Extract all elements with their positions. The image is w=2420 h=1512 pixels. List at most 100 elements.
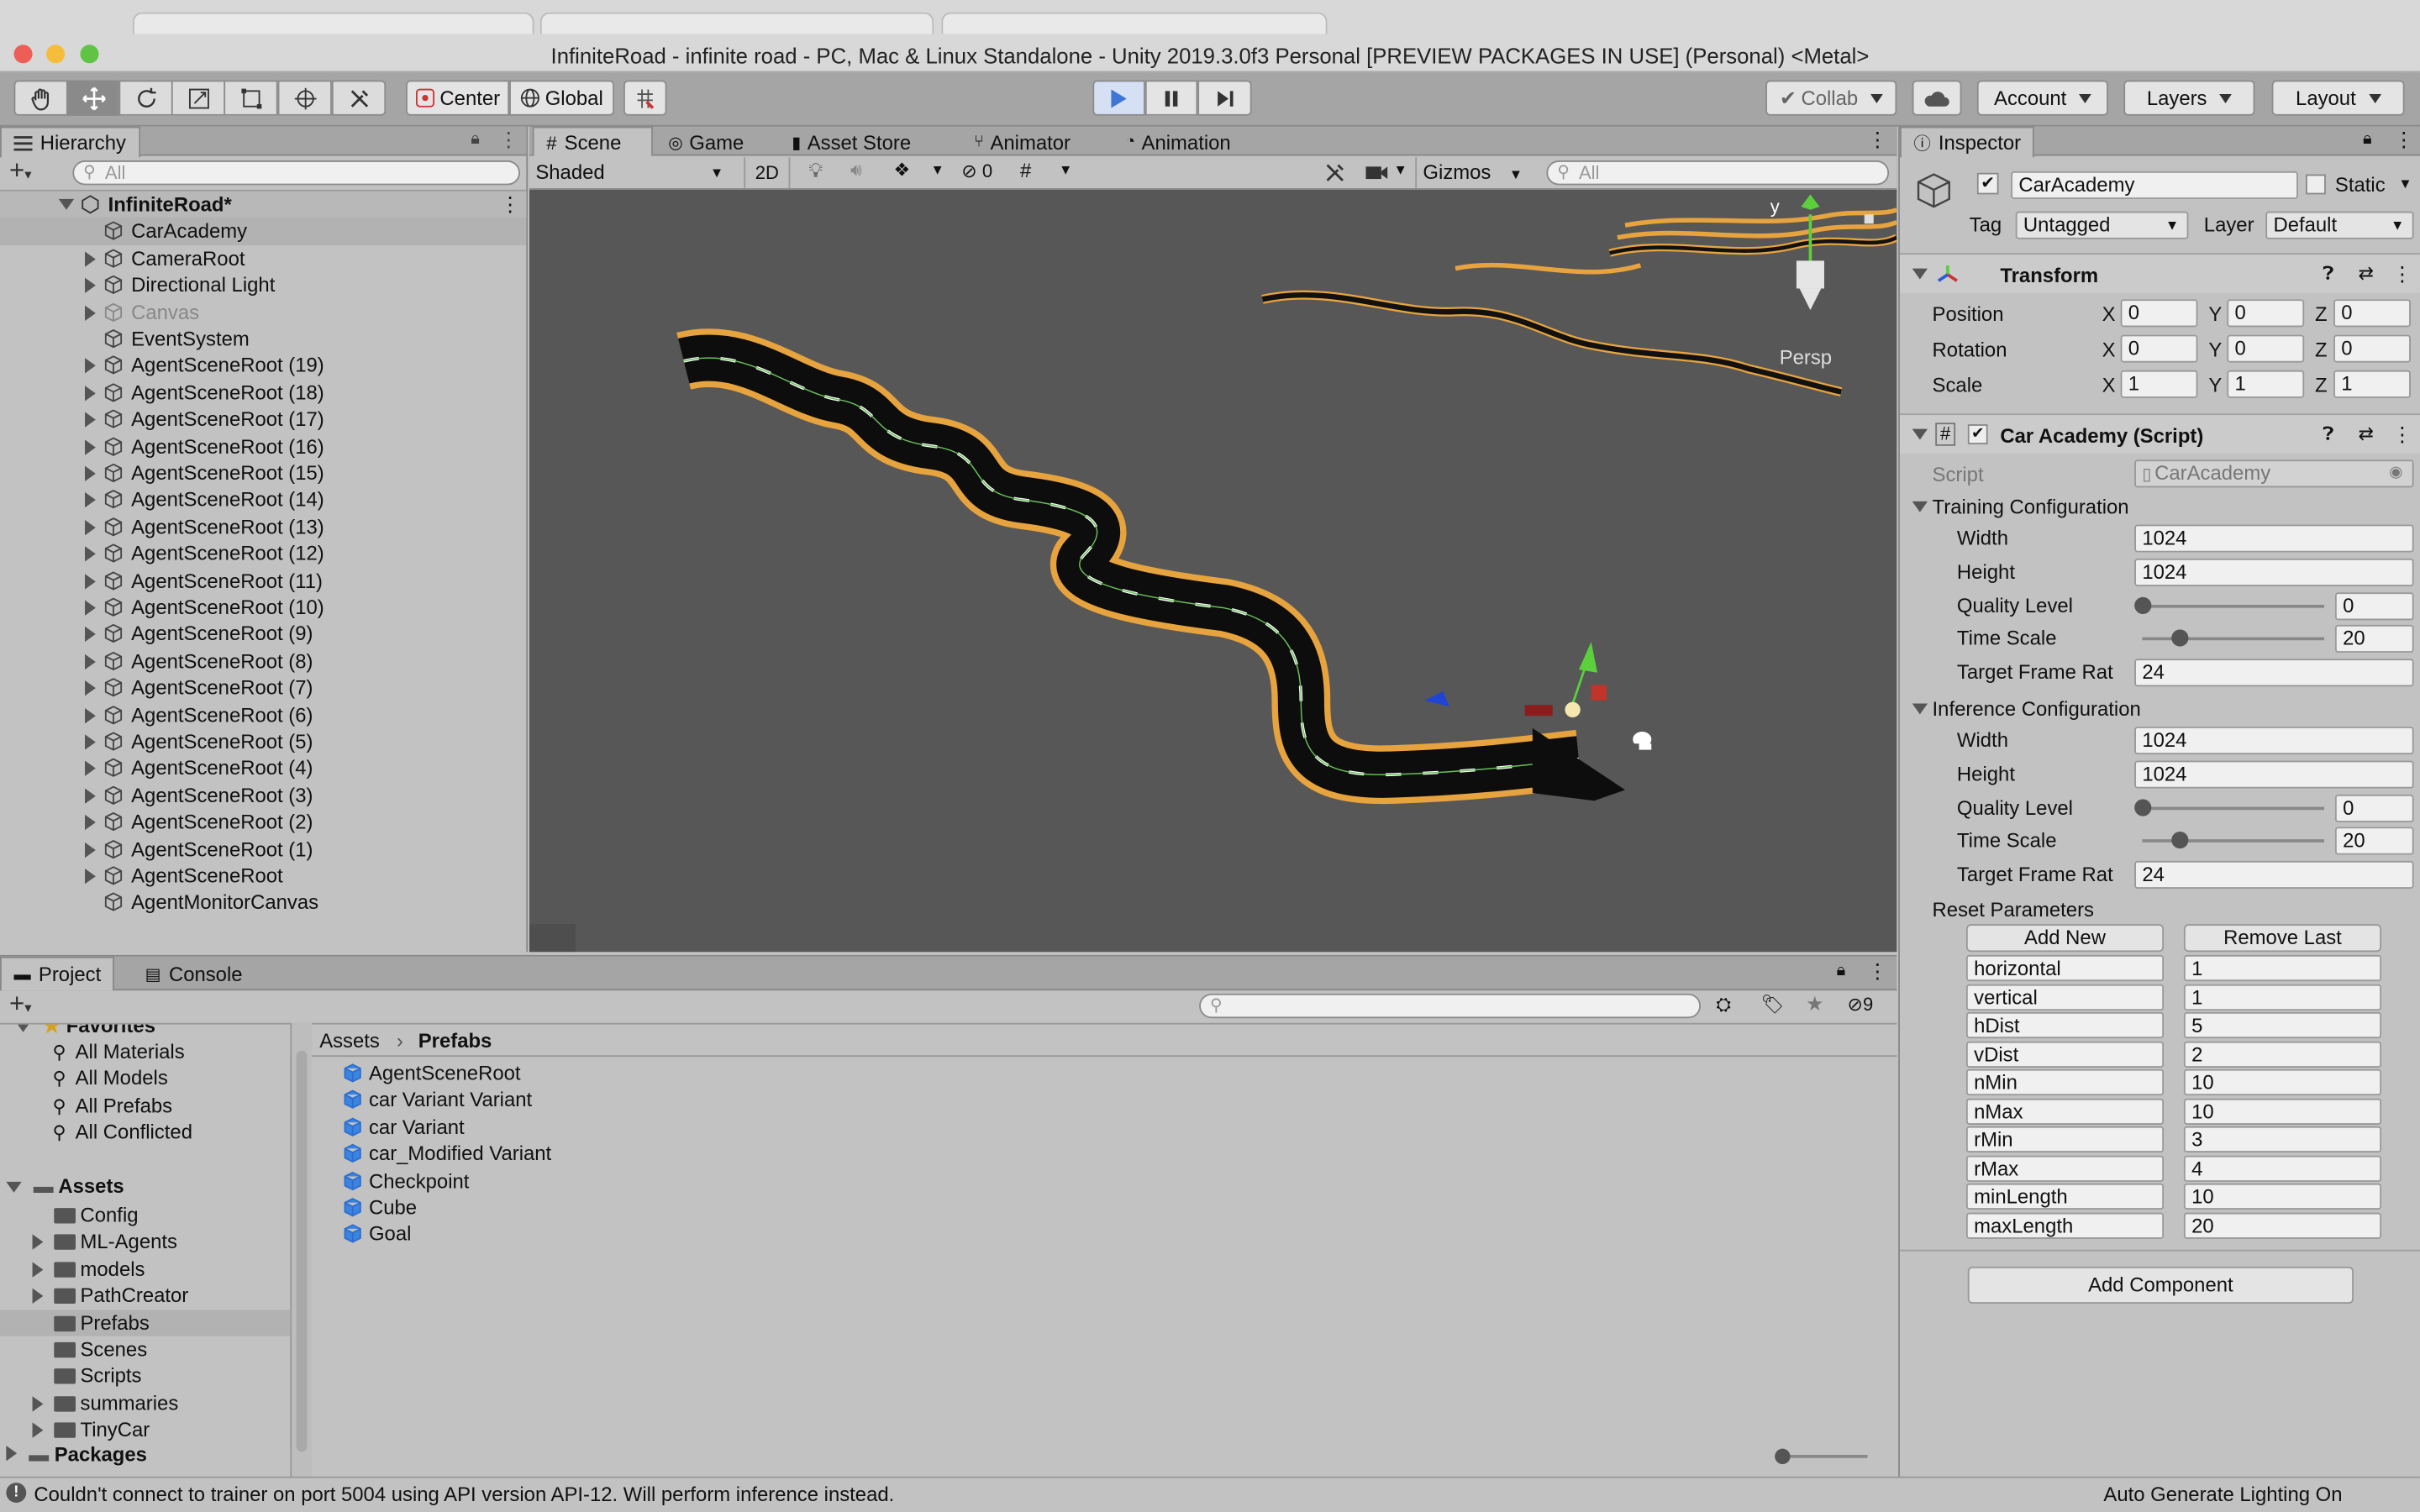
transform-tool-button[interactable]: [277, 80, 332, 116]
slider-knob[interactable]: [2134, 798, 2152, 816]
transform-rotation-z-field[interactable]: 0: [2333, 334, 2411, 363]
training-timescale-field[interactable]: 20: [2334, 625, 2414, 654]
reset-param-key-field[interactable]: rMin: [1965, 1126, 2165, 1153]
folder-item[interactable]: Scripts: [0, 1363, 290, 1389]
expand-arrow-icon[interactable]: [85, 519, 96, 535]
scene-row[interactable]: InfiniteRoad* ⋮: [0, 191, 527, 218]
inference-height-field[interactable]: 1024: [2134, 760, 2414, 789]
car-academy-script-header[interactable]: # ✔ Car Academy (Script) ❓︎ ⇄ ⋮: [1899, 413, 2420, 454]
expand-arrow-icon[interactable]: [85, 600, 96, 616]
expand-arrow-icon[interactable]: [85, 842, 96, 858]
tab-project[interactable]: ▬ Project: [0, 956, 115, 991]
transform-position-x-field[interactable]: 0: [2120, 299, 2198, 328]
filter-by-type-icon[interactable]: ⛭: [1716, 994, 1731, 1017]
hierarchy-item[interactable]: Canvas: [0, 299, 526, 326]
favorite-item[interactable]: ⚲ All Models: [52, 1067, 167, 1090]
kebab-menu-icon[interactable]: ⋮: [2394, 128, 2414, 152]
expand-arrow-icon[interactable]: [85, 734, 96, 750]
status-message[interactable]: Couldn't connect to trainer on port 5004…: [34, 1483, 894, 1506]
reset-param-key-field[interactable]: vDist: [1965, 1040, 2165, 1068]
help-icon[interactable]: ❓︎: [2323, 262, 2333, 286]
shading-mode-dropdown[interactable]: Shaded ▼: [533, 157, 730, 188]
expand-arrow-icon[interactable]: [85, 788, 96, 804]
reset-param-value-field[interactable]: 5: [2183, 1011, 2382, 1039]
pivot-global-toggle[interactable]: Global: [509, 80, 615, 116]
layout-dropdown[interactable]: Layout: [2271, 80, 2405, 116]
browser-tab-3[interactable]: [941, 12, 1328, 34]
expand-arrow-icon[interactable]: [85, 492, 96, 508]
hierarchy-search-input[interactable]: ⚲ All: [72, 160, 520, 186]
expand-arrow-icon[interactable]: [85, 438, 96, 455]
favorite-star-icon[interactable]: ★: [1806, 992, 1823, 1016]
scene-viewport[interactable]: y Persp: [529, 192, 1897, 953]
move-tool-button[interactable]: [66, 80, 121, 116]
grid-toggle-icon[interactable]: #: [1020, 159, 1031, 182]
add-component-button[interactable]: Add Component: [1967, 1266, 2354, 1305]
reset-param-value-field[interactable]: 20: [2183, 1211, 2382, 1238]
inference-framerate-field[interactable]: 24: [2134, 861, 2414, 890]
snap-settings-button[interactable]: [623, 80, 667, 116]
expand-arrow-icon[interactable]: [32, 1288, 44, 1305]
hierarchy-item[interactable]: AgentMonitorCanvas: [0, 890, 526, 916]
transform-position-y-field[interactable]: 0: [2227, 299, 2305, 328]
inference-quality-slider[interactable]: [2134, 794, 2325, 822]
favorite-item[interactable]: ⚲ All Materials: [52, 1040, 184, 1063]
browser-tab-1[interactable]: [132, 12, 534, 34]
folder-item[interactable]: summaries: [0, 1389, 290, 1415]
icon-size-slider[interactable]: [1775, 1448, 1868, 1465]
effects-toggle-icon[interactable]: ❖: [893, 159, 910, 181]
slider-knob[interactable]: [2134, 596, 2152, 614]
hierarchy-item[interactable]: AgentSceneRoot (11): [0, 567, 526, 594]
scene-search-input[interactable]: ⚲ All: [1546, 160, 1890, 186]
expand-arrow-icon[interactable]: [85, 304, 96, 321]
hierarchy-item[interactable]: AgentSceneRoot: [0, 863, 526, 890]
static-checkbox[interactable]: [2306, 174, 2326, 195]
expand-arrow-icon[interactable]: [85, 761, 96, 777]
transform-scale-y-field[interactable]: 1: [2227, 370, 2305, 398]
lock-icon[interactable]: 🔒︎: [471, 129, 480, 150]
effects-dropdown-icon[interactable]: ▼: [931, 162, 944, 177]
kebab-menu-icon[interactable]: ⋮: [2392, 262, 2412, 286]
favorites-header[interactable]: ★ Favorites: [15, 1024, 155, 1039]
hierarchy-item[interactable]: AgentSceneRoot (12): [0, 540, 526, 567]
transform-rotation-x-field[interactable]: 0: [2120, 334, 2198, 363]
expand-arrow-icon[interactable]: [32, 1422, 44, 1439]
lock-icon[interactable]: 🔒︎: [2363, 129, 2372, 150]
camera-icon[interactable]: [1365, 164, 1389, 182]
expand-arrow-icon[interactable]: [85, 251, 96, 267]
persp-label[interactable]: Persp: [1780, 346, 1832, 369]
scrollbar-thumb[interactable]: [296, 1050, 308, 1452]
project-tree-scrollbar[interactable]: [290, 1022, 313, 1478]
inference-timescale-slider[interactable]: [2134, 827, 2325, 855]
expand-arrow-icon[interactable]: [85, 546, 96, 562]
reset-param-value-field[interactable]: 10: [2183, 1068, 2382, 1096]
hierarchy-item[interactable]: Directional Light: [0, 272, 526, 299]
slider-knob[interactable]: [2170, 832, 2188, 849]
training-width-field[interactable]: 1024: [2134, 524, 2414, 553]
reset-param-value-field[interactable]: 10: [2183, 1097, 2382, 1125]
folder-item[interactable]: Scenes: [0, 1336, 290, 1362]
reset-param-value-field[interactable]: 3: [2183, 1126, 2382, 1153]
hierarchy-item[interactable]: AgentSceneRoot (8): [0, 648, 526, 675]
hierarchy-item[interactable]: AgentSceneRoot (19): [0, 352, 526, 379]
camera-dropdown-icon[interactable]: ▼: [1394, 162, 1407, 177]
expand-arrow-icon[interactable]: [32, 1235, 44, 1251]
training-quality-field[interactable]: 0: [2334, 591, 2414, 620]
section-training-header[interactable]: Training Configuration: [1900, 492, 2420, 523]
help-icon[interactable]: ❓︎: [2323, 423, 2333, 446]
folder-item[interactable]: Config: [0, 1202, 290, 1228]
transform-position-z-field[interactable]: 0: [2333, 299, 2411, 328]
favorite-item[interactable]: ⚲ All Prefabs: [52, 1094, 172, 1117]
active-checkbox[interactable]: ✔: [1976, 172, 1999, 195]
audio-toggle-icon[interactable]: 🔊︎: [850, 159, 862, 182]
grid-dropdown-icon[interactable]: ▼: [1059, 162, 1072, 177]
hidden-packages-toggle[interactable]: ⊘9: [1848, 994, 1874, 1016]
breadcrumb-assets[interactable]: Assets: [319, 1029, 380, 1053]
hierarchy-item[interactable]: AgentSceneRoot (15): [0, 459, 526, 486]
kebab-menu-icon[interactable]: ⋮: [2392, 423, 2412, 447]
tools-icon[interactable]: [1324, 162, 1346, 184]
tag-dropdown[interactable]: Untagged ▼: [2015, 211, 2189, 239]
reset-param-value-field[interactable]: 10: [2183, 1183, 2382, 1210]
hierarchy-item[interactable]: AgentSceneRoot (18): [0, 379, 526, 406]
presets-icon[interactable]: ⇄: [2358, 423, 2373, 444]
